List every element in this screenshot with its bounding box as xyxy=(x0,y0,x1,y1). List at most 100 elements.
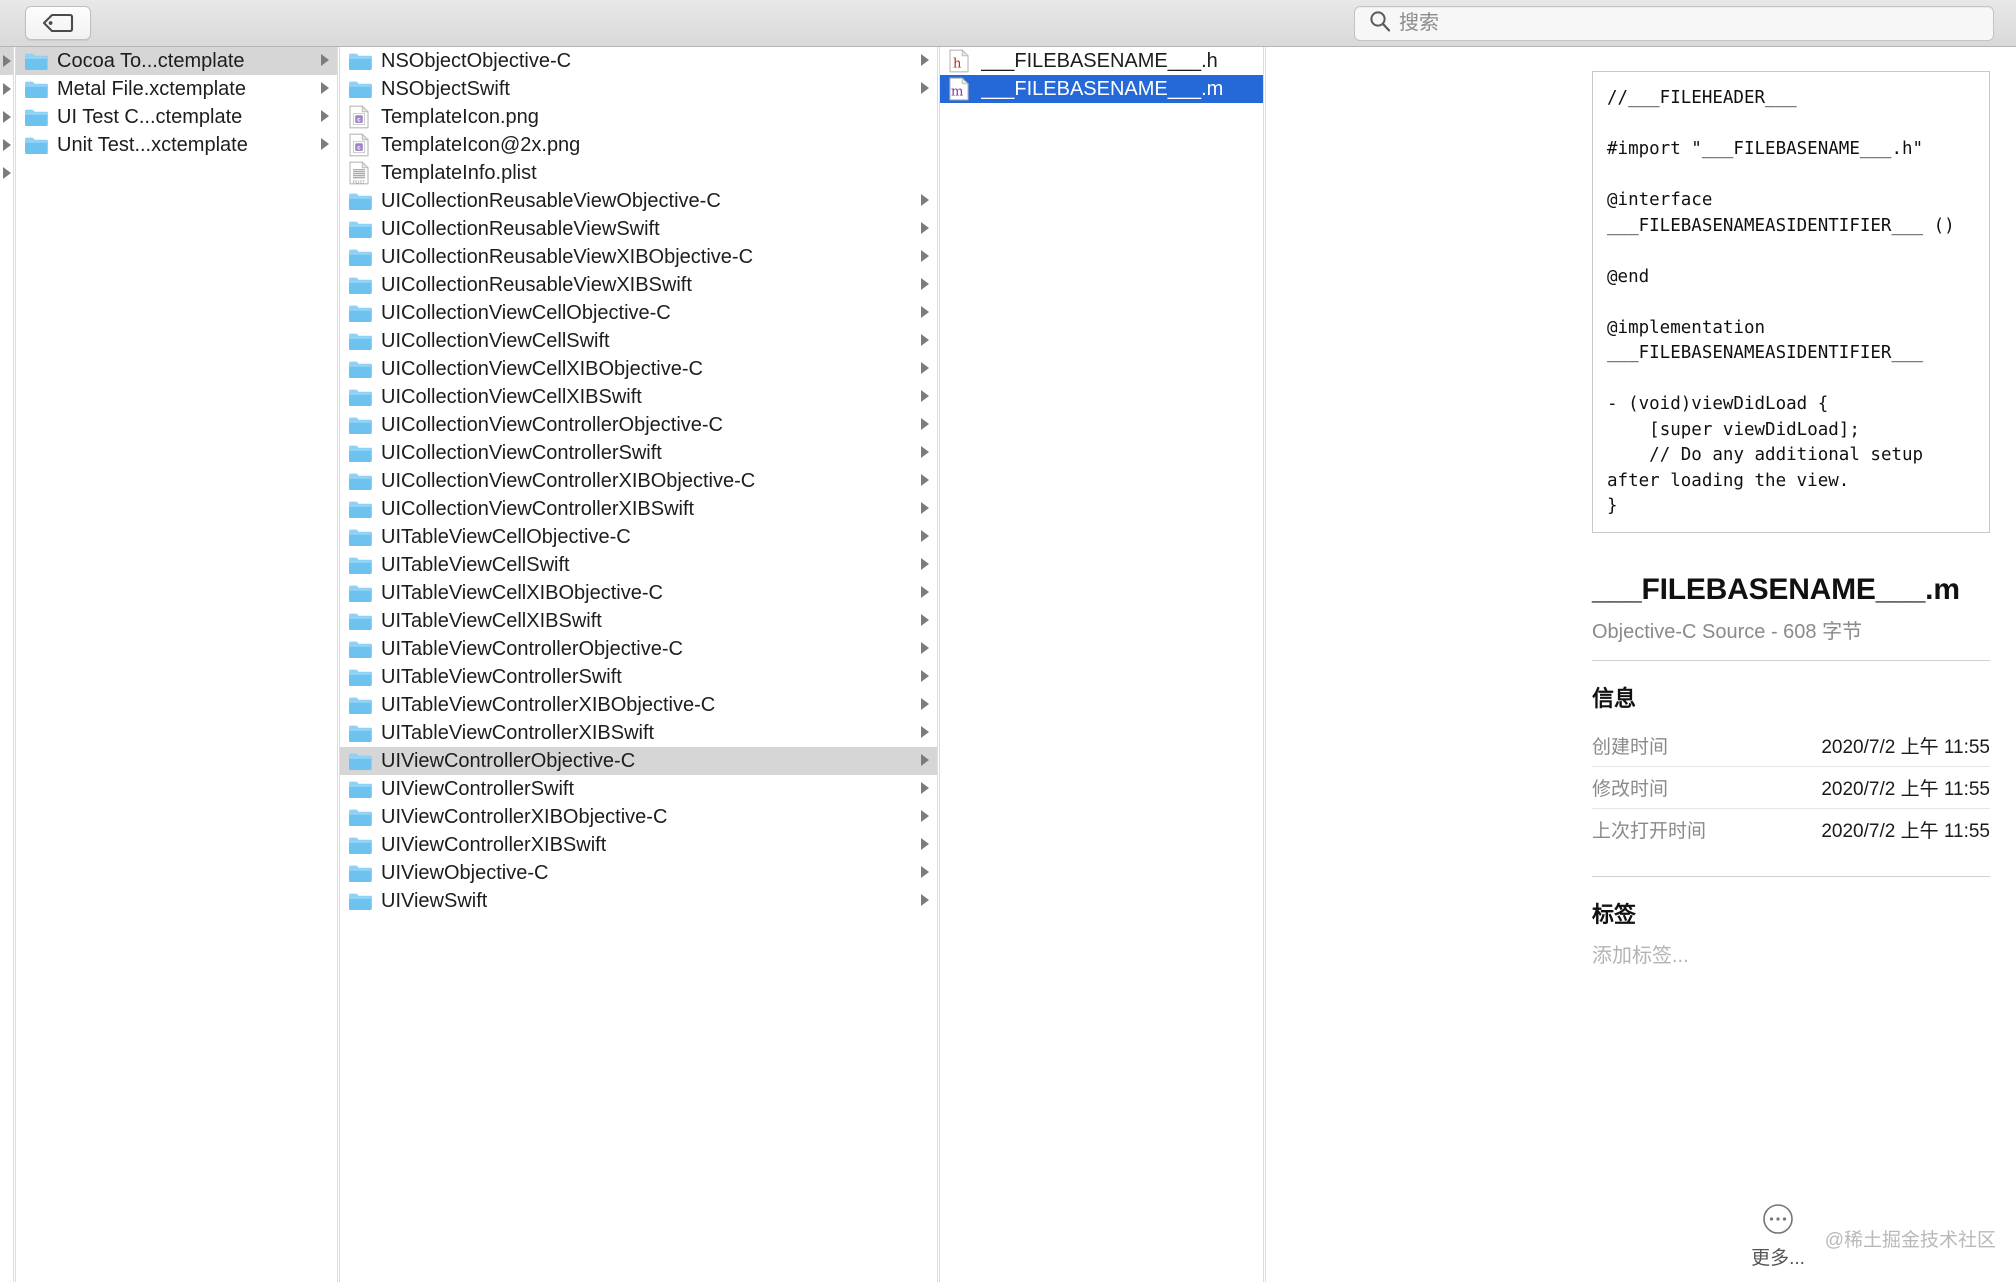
disclosure-arrow-icon[interactable] xyxy=(0,103,13,131)
search-input[interactable] xyxy=(1399,12,1983,35)
folder-icon xyxy=(348,218,372,240)
file-row[interactable]: UITableViewControllerXIBSwift xyxy=(340,719,937,747)
file-row[interactable]: UICollectionViewCellObjective-C xyxy=(340,299,937,327)
file-row[interactable]: PLIST TemplateInfo.plist xyxy=(340,159,937,187)
file-row[interactable]: UITableViewCellXIBObjective-C xyxy=(340,579,937,607)
disclosure-arrow-icon[interactable] xyxy=(911,862,931,885)
disclosure-arrow-icon[interactable] xyxy=(911,386,931,409)
disclosure-arrow-icon[interactable] xyxy=(911,50,931,73)
disclosure-arrow-icon[interactable] xyxy=(911,554,931,577)
file-row[interactable]: UIViewControllerSwift xyxy=(340,775,937,803)
disclosure-arrow-icon[interactable] xyxy=(911,890,931,913)
disclosure-arrow-icon[interactable] xyxy=(911,442,931,465)
disclosure-arrow-icon[interactable] xyxy=(911,218,931,241)
file-row[interactable]: UITableViewControllerSwift xyxy=(340,663,937,691)
file-row[interactable]: UIViewControllerXIBObjective-C xyxy=(340,803,937,831)
disclosure-arrow-icon[interactable] xyxy=(311,78,331,101)
folder-icon xyxy=(348,806,372,828)
folder-icon xyxy=(348,50,372,72)
file-row[interactable]: c TemplateIcon@2x.png xyxy=(340,131,937,159)
disclosure-arrow-icon[interactable] xyxy=(911,302,931,325)
file-row[interactable]: UITableViewCellObjective-C xyxy=(340,523,937,551)
disclosure-arrow-icon[interactable] xyxy=(311,106,331,129)
file-row[interactable]: UICollectionViewControllerXIBObjective-C xyxy=(340,467,937,495)
file-row[interactable]: h ___FILEBASENAME___.h xyxy=(940,47,1263,75)
file-row[interactable]: UICollectionReusableViewXIBObjective-C xyxy=(340,243,937,271)
disclosure-arrow-icon[interactable] xyxy=(911,330,931,353)
disclosure-arrow-icon[interactable] xyxy=(911,358,931,381)
file-row[interactable]: c TemplateIcon.png xyxy=(340,103,937,131)
disclosure-arrow-icon[interactable] xyxy=(911,470,931,493)
folder-icon xyxy=(348,274,372,296)
column-3[interactable]: h ___FILEBASENAME___.h m ___FILEBASENAME___… xyxy=(939,47,1264,1282)
column-2[interactable]: NSObjectObjective-C NSObjectSwift c Templat… xyxy=(339,47,938,1282)
disclosure-arrow-icon[interactable] xyxy=(911,722,931,745)
disclosure-arrow-icon[interactable] xyxy=(311,134,331,157)
folder-icon xyxy=(348,330,372,352)
file-row[interactable]: UIViewSwift xyxy=(340,887,937,915)
disclosure-arrow-icon[interactable] xyxy=(911,778,931,801)
add-tag-input[interactable]: 添加标签... xyxy=(1592,939,1990,968)
disclosure-arrow-icon[interactable] xyxy=(911,274,931,297)
disclosure-arrow-icon[interactable] xyxy=(311,50,331,73)
disclosure-arrow-icon[interactable] xyxy=(911,834,931,857)
folder-icon xyxy=(348,470,372,492)
file-row[interactable]: Unit Test...xctemplate xyxy=(16,131,337,159)
column-empty[interactable] xyxy=(1265,47,1565,1282)
disclosure-arrow-icon[interactable] xyxy=(911,638,931,661)
file-row-label: UITableViewCellXIBObjective-C xyxy=(381,581,663,604)
file-row[interactable]: m ___FILEBASENAME___.m xyxy=(940,75,1263,103)
column-1[interactable]: Cocoa To...ctemplate Metal File.xctemplat… xyxy=(15,47,338,1282)
file-row[interactable]: Cocoa To...ctemplate xyxy=(16,47,337,75)
disclosure-arrow-icon[interactable] xyxy=(911,610,931,633)
file-row[interactable]: UIViewControllerObjective-C xyxy=(340,747,937,775)
file-row[interactable]: UICollectionViewCellSwift xyxy=(340,327,937,355)
column-browser: Cocoa To...ctemplate Metal File.xctemplat… xyxy=(0,47,1565,1282)
disclosure-arrow-icon[interactable] xyxy=(0,47,13,75)
file-row[interactable]: UICollectionReusableViewSwift xyxy=(340,215,937,243)
file-row[interactable]: UICollectionReusableViewXIBSwift xyxy=(340,271,937,299)
column-parent-sliver[interactable] xyxy=(0,47,14,1282)
file-row[interactable]: UIViewObjective-C xyxy=(340,859,937,887)
disclosure-arrow-icon[interactable] xyxy=(911,190,931,213)
info-row: 创建时间 2020/7/2 上午 11:55 xyxy=(1592,725,1990,767)
file-row[interactable]: UITableViewControllerObjective-C xyxy=(340,635,937,663)
file-row[interactable]: UITableViewControllerXIBObjective-C xyxy=(340,691,937,719)
file-row-label: Metal File.xctemplate xyxy=(57,77,246,100)
file-row[interactable]: UICollectionViewControllerObjective-C xyxy=(340,411,937,439)
search-field[interactable] xyxy=(1354,6,1994,41)
file-row[interactable]: UITableViewCellXIBSwift xyxy=(340,607,937,635)
disclosure-arrow-icon[interactable] xyxy=(0,131,13,159)
disclosure-arrow-icon[interactable] xyxy=(911,750,931,773)
disclosure-arrow-icon[interactable] xyxy=(911,498,931,521)
disclosure-arrow-icon[interactable] xyxy=(911,78,931,101)
file-row[interactable]: UI Test C...ctemplate xyxy=(16,103,337,131)
file-row-label: UITableViewCellXIBSwift xyxy=(381,609,602,632)
disclosure-arrow-icon[interactable] xyxy=(911,806,931,829)
file-row[interactable]: UICollectionViewCellXIBObjective-C xyxy=(340,355,937,383)
folder-icon xyxy=(348,722,372,744)
disclosure-arrow-icon[interactable] xyxy=(0,159,13,187)
file-row[interactable]: NSObjectObjective-C xyxy=(340,47,937,75)
svg-text:PLIST: PLIST xyxy=(353,179,366,184)
tag-button[interactable] xyxy=(25,6,91,40)
disclosure-arrow-icon[interactable] xyxy=(911,246,931,269)
file-row[interactable]: Metal File.xctemplate xyxy=(16,75,337,103)
file-row[interactable]: UIViewControllerXIBSwift xyxy=(340,831,937,859)
file-row[interactable]: UICollectionViewCellXIBSwift xyxy=(340,383,937,411)
disclosure-arrow-icon[interactable] xyxy=(911,666,931,689)
disclosure-arrow-icon[interactable] xyxy=(911,414,931,437)
file-row-label: UICollectionReusableViewXIBSwift xyxy=(381,273,692,296)
disclosure-arrow-icon[interactable] xyxy=(0,75,13,103)
disclosure-arrow-icon[interactable] xyxy=(911,582,931,605)
file-row[interactable]: UICollectionReusableViewObjective-C xyxy=(340,187,937,215)
file-row[interactable]: UITableViewCellSwift xyxy=(340,551,937,579)
folder-icon xyxy=(348,498,372,520)
file-row-label: UICollectionViewCellSwift xyxy=(381,329,610,352)
file-row[interactable]: UICollectionViewControllerSwift xyxy=(340,439,937,467)
disclosure-arrow-icon[interactable] xyxy=(911,694,931,717)
disclosure-arrow-icon[interactable] xyxy=(911,526,931,549)
folder-icon xyxy=(348,694,372,716)
file-row[interactable]: NSObjectSwift xyxy=(340,75,937,103)
file-row[interactable]: UICollectionViewControllerXIBSwift xyxy=(340,495,937,523)
